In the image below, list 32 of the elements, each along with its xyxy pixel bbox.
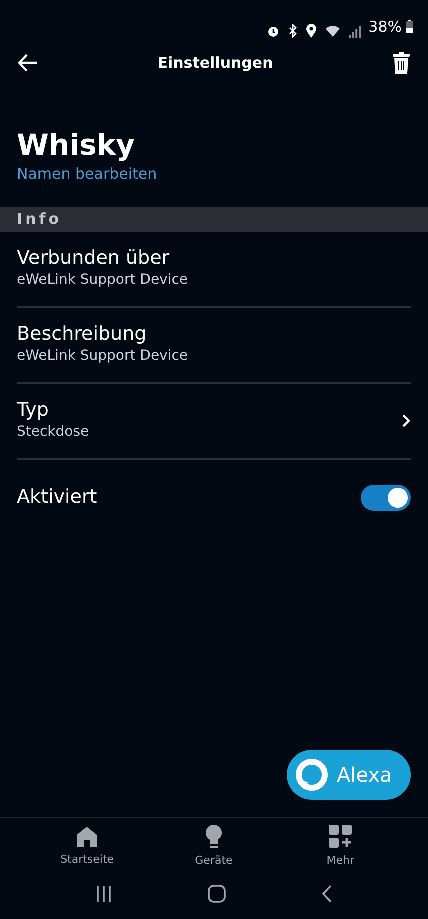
alarm-icon [266,25,280,38]
toggle-switch[interactable] [361,484,411,511]
grid-plus-icon [328,824,353,849]
device-name: Whisky [17,128,136,163]
nav-tab[interactable]: Mehr [296,816,386,870]
setting-value: eWeLink Support Device [17,270,188,290]
battery-icon [406,20,414,34]
setting-label: Typ [17,398,50,422]
chevron-icon[interactable] [402,414,411,428]
setting-value: eWeLink Support Device [17,346,188,366]
location-icon [306,24,317,38]
section-header: Info [0,207,428,232]
nav-tab[interactable]: Startseite [42,818,132,870]
back-nav-button[interactable] [322,885,332,903]
home-icon [76,826,98,848]
setting-label: Beschreibung [17,322,148,346]
home-button[interactable] [208,885,226,903]
bluetooth-icon [288,24,298,38]
wifi-icon [324,25,341,38]
edit-name-link[interactable]: Namen bearbeiten [17,162,158,186]
back-button[interactable] [18,54,38,72]
page-title: Einstellungen [158,52,274,74]
setting-value: Steckdose [17,422,90,442]
setting-label: Aktiviert [17,486,98,510]
lightbulb-icon [204,824,223,849]
battery-percentage: 38% [368,16,402,38]
recent-apps-button[interactable] [96,885,112,903]
nav-tab[interactable]: Geräte [168,816,259,870]
alexa-ring-icon [295,758,329,792]
setting-label: Verbunden über [17,246,171,270]
delete-button[interactable] [392,52,410,74]
signal-icon [348,26,361,38]
